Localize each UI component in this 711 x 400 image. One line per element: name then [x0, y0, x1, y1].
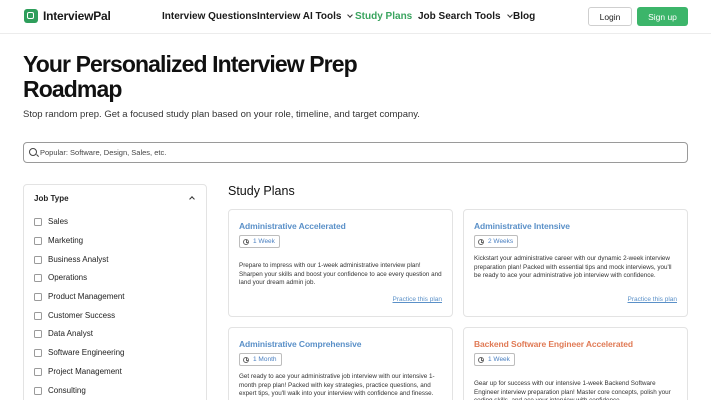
checkbox[interactable]	[34, 311, 42, 320]
search-bar	[23, 142, 688, 163]
clock-icon	[478, 238, 484, 245]
filter-option-operations[interactable]: Operations	[34, 273, 87, 282]
plan-card[interactable]: Administrative Intensive 2 Weeks Kicksta…	[463, 209, 688, 317]
search-icon	[29, 148, 37, 156]
filter-option-label: Software Engineering	[48, 348, 125, 357]
duration-label: 2 Weeks	[488, 238, 514, 245]
plan-card[interactable]: Administrative Accelerated 1 Week Prepar…	[228, 209, 453, 317]
duration-badge: 1 Week	[239, 235, 280, 248]
logo[interactable]: InterviewPal	[24, 9, 111, 23]
filter-option-product-management[interactable]: Product Management	[34, 292, 125, 301]
filter-option-customer-success[interactable]: Customer Success	[34, 311, 115, 320]
checkbox[interactable]	[34, 292, 42, 301]
plan-description: Gear up for success with our intensive 1…	[474, 380, 671, 400]
checkbox[interactable]	[34, 273, 42, 282]
filter-option-label: Project Management	[48, 367, 122, 376]
plan-description: Prepare to impress with our 1-week admin…	[239, 262, 442, 286]
checkbox[interactable]	[34, 329, 42, 338]
filter-option-label: Business Analyst	[48, 255, 109, 264]
duration-label: 1 Month	[253, 356, 277, 363]
duration-badge: 1 Week	[474, 353, 515, 366]
checkbox[interactable]	[34, 236, 42, 245]
filter-heading: Job Type	[34, 194, 69, 203]
plan-card[interactable]: Administrative Comprehensive 1 Month Get…	[228, 327, 453, 400]
duration-badge: 2 Weeks	[474, 235, 519, 248]
logo-icon	[24, 9, 38, 23]
nav-study-plans-label: Study Plans	[355, 11, 413, 22]
logo-text: InterviewPal	[43, 9, 111, 23]
practice-plan-link[interactable]: Practice this plan	[628, 296, 678, 303]
page-title: Your Personalized Interview Prep Roadmap	[23, 51, 358, 102]
nav-job-search-tools[interactable]: Job Search Tools	[418, 11, 513, 22]
search-input[interactable]	[40, 143, 680, 162]
filter-option-label: Sales	[48, 217, 69, 226]
plan-description: Kickstart your administrative career wit…	[474, 255, 672, 279]
nav-interview-ai-tools-label: Interview AI Tools	[257, 11, 342, 22]
filter-option-label: Product Management	[48, 292, 125, 301]
practice-plan-link[interactable]: Practice this plan	[393, 296, 443, 303]
checkbox[interactable]	[34, 255, 42, 264]
duration-label: 1 Week	[488, 356, 510, 363]
checkbox[interactable]	[34, 386, 42, 395]
filter-option-software-engineering[interactable]: Software Engineering	[34, 348, 125, 357]
filter-option-label: Consulting	[48, 386, 86, 395]
nav-blog-label: Blog	[513, 11, 536, 22]
page-subtitle: Stop random prep. Get a focused study pl…	[23, 109, 420, 120]
filter-option-marketing[interactable]: Marketing	[34, 236, 83, 245]
chevron-down-icon	[506, 11, 513, 18]
plan-card[interactable]: Backend Software Engineer Accelerated 1 …	[463, 327, 688, 400]
filter-option-label: Data Analyst	[48, 329, 93, 338]
nav-interview-ai-tools[interactable]: Interview AI Tools	[257, 11, 354, 22]
plan-description: Get ready to ace your administrative job…	[239, 373, 435, 397]
checkbox[interactable]	[34, 217, 42, 226]
nav-study-plans[interactable]: Study Plans	[355, 11, 412, 22]
filter-option-consulting[interactable]: Consulting	[34, 386, 86, 395]
chevron-up-icon[interactable]	[189, 196, 195, 202]
clock-icon	[243, 238, 249, 245]
filter-option-label: Operations	[48, 273, 88, 282]
filter-option-data-analyst[interactable]: Data Analyst	[34, 329, 93, 338]
clock-icon	[478, 356, 484, 363]
nav-blog[interactable]: Blog	[513, 11, 535, 22]
checkbox[interactable]	[34, 348, 42, 357]
clock-icon	[243, 356, 249, 363]
filter-option-label: Customer Success	[48, 311, 116, 320]
plan-title[interactable]: Administrative Intensive	[474, 221, 570, 231]
plan-title[interactable]: Administrative Accelerated	[239, 221, 346, 231]
top-navbar: InterviewPal Interview Questions Intervi…	[0, 0, 711, 34]
filter-option-business-analyst[interactable]: Business Analyst	[34, 255, 108, 264]
signup-button[interactable]: Sign up	[637, 7, 688, 26]
job-type-filter: Job Type Sales Marketing Business Analys…	[23, 184, 207, 400]
filter-option-sales[interactable]: Sales	[34, 217, 68, 226]
nav-job-search-tools-label: Job Search Tools	[418, 11, 501, 22]
chevron-down-icon	[347, 11, 354, 18]
filter-option-project-management[interactable]: Project Management	[34, 367, 122, 376]
plan-title[interactable]: Backend Software Engineer Accelerated	[474, 339, 633, 349]
login-button[interactable]: Login	[588, 7, 632, 26]
duration-badge: 1 Month	[239, 353, 282, 366]
duration-label: 1 Week	[253, 238, 275, 245]
nav-interview-questions-label: Interview Questions	[162, 11, 258, 22]
nav-interview-questions[interactable]: Interview Questions	[162, 11, 257, 22]
filter-option-label: Marketing	[48, 236, 84, 245]
plan-title[interactable]: Administrative Comprehensive	[239, 339, 361, 349]
section-title: Study Plans	[228, 184, 295, 198]
checkbox[interactable]	[34, 367, 42, 376]
